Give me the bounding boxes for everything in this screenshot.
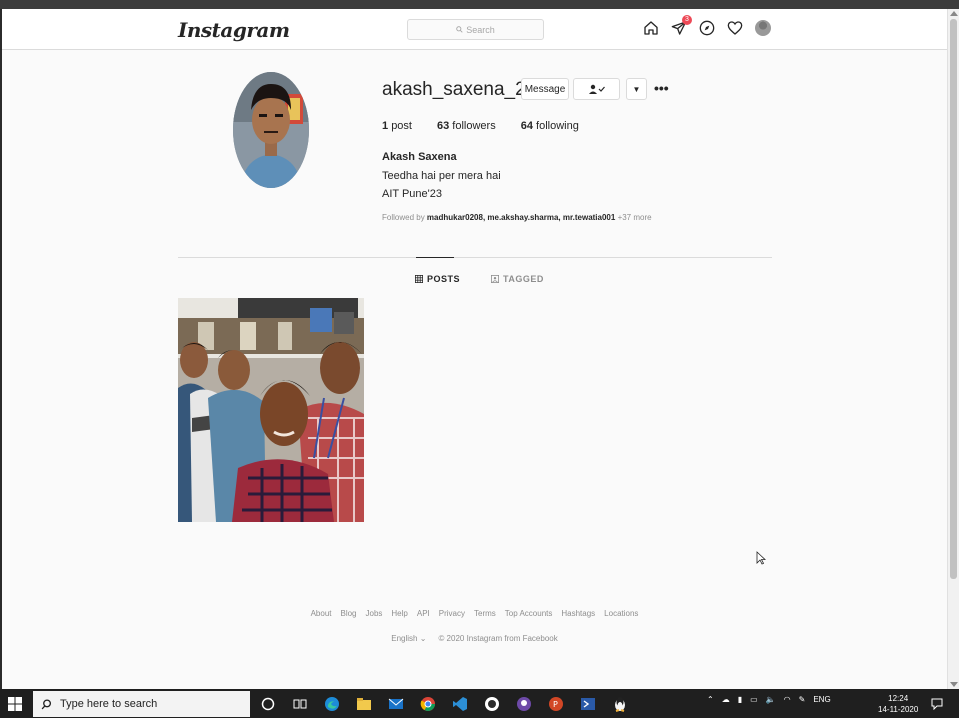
mail-icon[interactable] bbox=[384, 693, 408, 715]
usb-icon[interactable]: ▮ bbox=[738, 695, 742, 704]
copyright-text: © 2020 Instagram from Facebook bbox=[438, 634, 558, 643]
search-placeholder: Search bbox=[466, 24, 495, 35]
home-icon[interactable] bbox=[642, 19, 660, 37]
clock-date: 14-11-2020 bbox=[878, 705, 919, 714]
footer-link-about[interactable]: About bbox=[311, 609, 332, 618]
profile-picture[interactable] bbox=[233, 72, 309, 188]
scrollbar-thumb[interactable] bbox=[950, 19, 957, 579]
footer-link-top-accounts[interactable]: Top Accounts bbox=[505, 609, 553, 618]
person-check-icon bbox=[588, 84, 605, 94]
active-tab-indicator bbox=[416, 257, 454, 258]
footer-link-locations[interactable]: Locations bbox=[604, 609, 638, 618]
footer-link-jobs[interactable]: Jobs bbox=[366, 609, 383, 618]
post-thumbnail[interactable] bbox=[178, 298, 364, 522]
vertical-scrollbar[interactable] bbox=[947, 9, 959, 689]
nav-icons: 3 bbox=[642, 15, 772, 37]
footer-link-api[interactable]: API bbox=[417, 609, 430, 618]
instagram-navbar: Instagram Search 3 bbox=[2, 9, 947, 50]
chrome-icon[interactable] bbox=[416, 693, 440, 715]
tabs-divider bbox=[178, 257, 772, 258]
bio-line-1: Teedha hai per mera hai bbox=[382, 170, 501, 182]
messages-badge: 3 bbox=[682, 15, 692, 25]
file-explorer-icon[interactable] bbox=[352, 693, 376, 715]
following-button[interactable] bbox=[573, 78, 620, 100]
vscode-icon[interactable] bbox=[448, 693, 472, 715]
profile-avatar-icon[interactable] bbox=[754, 19, 772, 37]
clock-time: 12:24 bbox=[888, 694, 909, 703]
tagged-person-icon bbox=[491, 275, 499, 283]
display-icon[interactable]: ▭ bbox=[750, 695, 758, 704]
powerpoint-icon[interactable]: P bbox=[544, 693, 568, 715]
message-button[interactable]: Message bbox=[521, 78, 569, 100]
onedrive-icon[interactable]: ☁ bbox=[722, 695, 730, 704]
language-indicator[interactable]: ENG bbox=[813, 695, 830, 704]
footer-link-blog[interactable]: Blog bbox=[340, 609, 356, 618]
scroll-up-arrow[interactable] bbox=[950, 11, 958, 16]
github-desktop-icon[interactable] bbox=[512, 693, 536, 715]
powershell-icon[interactable] bbox=[576, 693, 600, 715]
chevron-up-icon[interactable]: ⌃ bbox=[707, 695, 714, 704]
pen-icon[interactable]: ✎ bbox=[799, 695, 806, 704]
mouse-cursor bbox=[756, 551, 767, 570]
chevron-down-icon: ⌄ bbox=[419, 634, 427, 643]
footer-link-privacy[interactable]: Privacy bbox=[439, 609, 465, 618]
system-clock[interactable]: 12:24 14-11-2020 bbox=[878, 693, 918, 715]
profile-full-name: Akash Saxena bbox=[382, 151, 457, 163]
chevron-down-icon: ▼ bbox=[632, 84, 641, 94]
green-app-icon[interactable] bbox=[480, 693, 504, 715]
posts-stat: 1 post bbox=[382, 120, 412, 132]
footer-bottom: English ⌄ © 2020 Instagram from Facebook bbox=[2, 634, 947, 643]
edge-browser-icon[interactable] bbox=[320, 693, 344, 715]
browser-viewport: Instagram Search 3 akash_saxena_23 Messa… bbox=[2, 9, 947, 689]
profile-username: akash_saxena_23 bbox=[382, 79, 537, 100]
followers-stat[interactable]: 63 followers bbox=[437, 120, 496, 132]
svg-text:P: P bbox=[553, 700, 558, 709]
browser-frame-top bbox=[0, 0, 959, 9]
windows-taskbar: Type here to search P ⌃ ☁ ▮ ▭ 🔈 ◠ ✎ ENG … bbox=[0, 689, 959, 718]
volume-icon[interactable]: 🔈 bbox=[766, 695, 776, 704]
search-icon bbox=[456, 26, 463, 33]
linux-tux-icon[interactable] bbox=[608, 693, 632, 715]
suggested-dropdown-button[interactable]: ▼ bbox=[626, 78, 647, 100]
task-view-icon[interactable] bbox=[288, 693, 312, 715]
footer-link-help[interactable]: Help bbox=[391, 609, 407, 618]
tab-tagged[interactable]: TAGGED bbox=[491, 274, 544, 284]
direct-messages-icon[interactable]: 3 bbox=[670, 15, 692, 37]
footer-link-hashtags[interactable]: Hashtags bbox=[561, 609, 595, 618]
following-stat[interactable]: 64 following bbox=[521, 120, 579, 132]
wifi-icon[interactable]: ◠ bbox=[784, 695, 791, 704]
scroll-down-arrow[interactable] bbox=[950, 682, 958, 687]
notifications-icon[interactable] bbox=[931, 697, 943, 711]
search-input[interactable]: Search bbox=[407, 19, 544, 40]
bio-line-2: AIT Pune'23 bbox=[382, 188, 442, 200]
grid-icon bbox=[415, 275, 423, 283]
followed-by-text[interactable]: Followed by madhukar0208, me.akshay.shar… bbox=[382, 213, 652, 222]
more-options-icon[interactable]: ••• bbox=[654, 80, 669, 96]
footer-links: About Blog Jobs Help API Privacy Terms T… bbox=[2, 609, 947, 618]
taskbar-apps: P bbox=[256, 693, 632, 715]
activity-heart-icon[interactable] bbox=[726, 19, 744, 37]
profile-stats: 1 post 63 followers 64 following bbox=[382, 120, 604, 132]
search-icon bbox=[41, 698, 52, 709]
windows-start-icon[interactable] bbox=[8, 697, 22, 711]
language-select[interactable]: English ⌄ bbox=[391, 634, 426, 643]
instagram-logo[interactable]: Instagram bbox=[178, 18, 290, 42]
explore-compass-icon[interactable] bbox=[698, 19, 716, 37]
cortana-icon[interactable] bbox=[256, 693, 280, 715]
taskbar-search-input[interactable]: Type here to search bbox=[33, 691, 250, 717]
tab-posts[interactable]: POSTS bbox=[415, 274, 460, 284]
system-tray: ⌃ ☁ ▮ ▭ 🔈 ◠ ✎ ENG bbox=[707, 695, 831, 704]
footer-link-terms[interactable]: Terms bbox=[474, 609, 496, 618]
